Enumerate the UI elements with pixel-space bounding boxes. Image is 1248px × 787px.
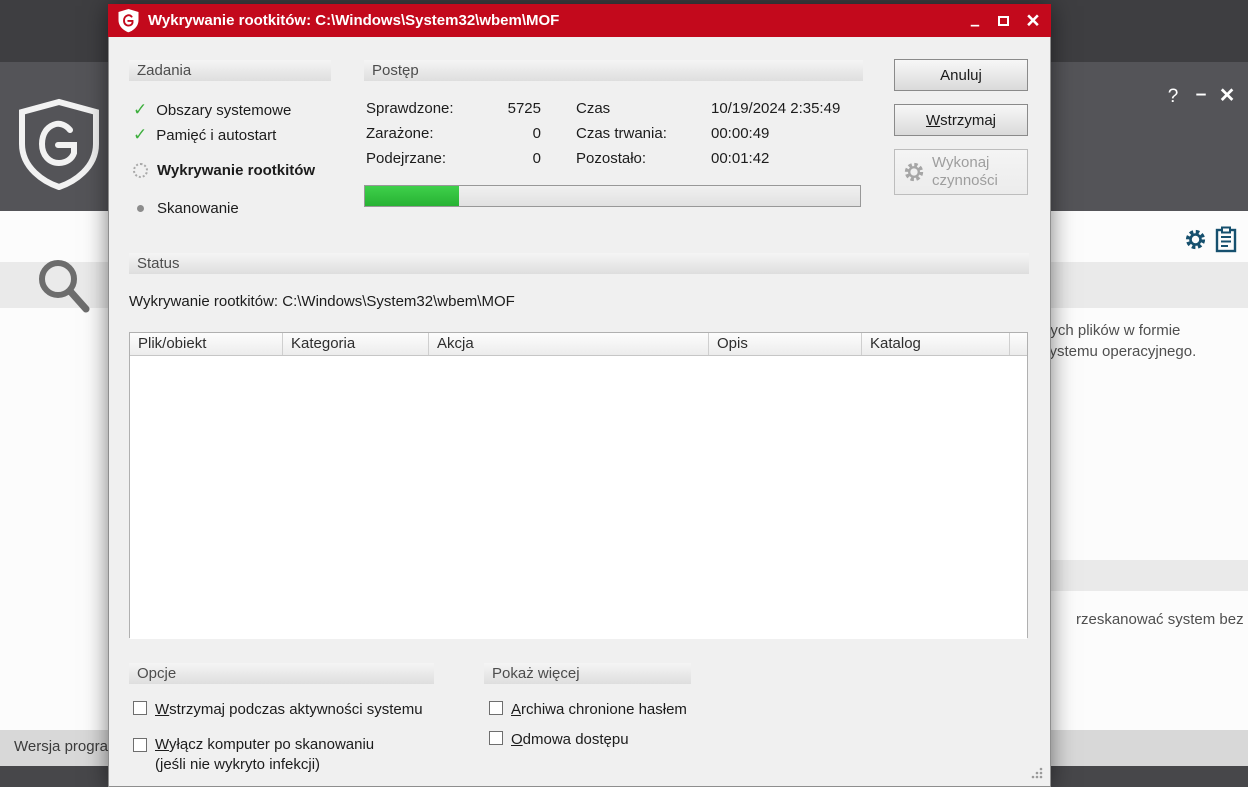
option-label: yłącz komputer po skanowaniu (169, 736, 375, 753)
bg-close-icon[interactable]: × (1216, 83, 1238, 108)
stat-label: Sprawdzone: (366, 100, 454, 117)
option-label: dmowa dostępu (522, 731, 629, 748)
task-label: Obszary systemowe (156, 101, 292, 119)
checkbox[interactable] (489, 731, 503, 745)
dialog-minimize-icon[interactable]: – (963, 4, 987, 37)
option-mnemonic: O (511, 731, 523, 748)
checkbox[interactable] (133, 701, 147, 715)
dialog-title: Wykrywanie rootkitów: C:\Windows\System3… (148, 12, 560, 29)
option-label-line2: (jeśli nie wykryto infekcji) (155, 756, 321, 773)
bg-text-line: rzeskanować system bez (1076, 611, 1244, 628)
bg-section-band-2 (1040, 560, 1248, 591)
check-icon: ✓ (133, 100, 148, 119)
pause-mnemonic: W (925, 111, 941, 129)
task-item: ✓ Pamięć i autostart (133, 125, 276, 145)
status-text: Wykrywanie rootkitów: C:\Windows\System3… (129, 293, 515, 310)
stat-value: 5725 (507, 100, 541, 117)
task-item: Skanowanie (133, 198, 239, 218)
bg-text-line: nych plików w formie (1042, 322, 1181, 339)
task-label: Wykrywanie rootkitów (157, 161, 316, 179)
access-denied-option[interactable]: Odmowa dostępu (489, 731, 749, 748)
task-pending-dot-icon (137, 204, 144, 212)
checkbox[interactable] (489, 701, 503, 715)
help-icon[interactable]: ? (1162, 86, 1184, 108)
option-mnemonic: W (155, 736, 170, 753)
progress-fill (365, 186, 460, 206)
stat-value: 00:00:49 (711, 125, 770, 142)
stat-value: 10/19/2024 2:35:49 (711, 100, 841, 117)
bg-text-line: systemu operacyjnego. (1042, 343, 1197, 360)
gdata-shield-icon (118, 9, 139, 33)
task-label: Skanowanie (157, 199, 239, 217)
show-more-header: Pokaż więcej (484, 663, 691, 684)
task-label: Pamięć i autostart (156, 126, 277, 144)
column-header-catalog[interactable]: Katalog (862, 333, 1010, 355)
bg-minimize-icon[interactable]: – (1190, 84, 1212, 106)
resize-grip[interactable] (1030, 766, 1043, 779)
results-table-header: Plik/obiekt Kategoria Akcja Opis Katalog (130, 333, 1027, 356)
dialog-close-icon[interactable]: × (1021, 4, 1045, 37)
report-clipboard-icon[interactable] (1214, 226, 1238, 253)
pause-button[interactable]: Wstrzymaj (894, 104, 1028, 136)
option-label: rchiwa chronione hasłem (521, 701, 687, 718)
stat-value: 00:01:42 (711, 150, 770, 167)
settings-gear-icon[interactable] (1184, 228, 1207, 251)
stat-label: Zarażone: (366, 125, 434, 142)
task-active-spinner-icon (133, 162, 148, 178)
results-table: Plik/obiekt Kategoria Akcja Opis Katalog (129, 332, 1028, 639)
dialog-titlebar[interactable]: Wykrywanie rootkitów: C:\Windows\System3… (108, 4, 1051, 37)
execute-label-line1: Wykonaj (932, 154, 990, 171)
stat-value: 0 (532, 125, 541, 142)
cancel-button-label: Anuluj (940, 66, 982, 84)
stat-label: Podejrzane: (366, 150, 447, 167)
task-item: ✓ Obszary systemowe (133, 100, 291, 120)
option-mnemonic: A (511, 701, 522, 718)
pause-on-activity-option[interactable]: Wstrzymaj podczas aktywności systemu (133, 701, 463, 718)
password-archives-option[interactable]: Archiwa chronione hasłem (489, 701, 749, 718)
dialog-maximize-icon[interactable] (991, 4, 1015, 37)
option-label: strzymaj podczas aktywności systemu (169, 701, 423, 718)
actions-gear-icon (904, 162, 924, 182)
results-table-body (130, 356, 1027, 639)
progress-header: Postęp (364, 60, 863, 81)
scan-dialog: Wykrywanie rootkitów: C:\Windows\System3… (108, 4, 1051, 787)
column-header-action[interactable]: Akcja (429, 333, 709, 355)
search-icon (39, 260, 90, 313)
column-header-category[interactable]: Kategoria (283, 333, 429, 355)
column-header-desc[interactable]: Opis (709, 333, 862, 355)
execute-label-line2: czynności (932, 172, 998, 189)
column-header-stub (1010, 333, 1027, 355)
task-item: Wykrywanie rootkitów (133, 160, 315, 180)
stat-label: Czas (576, 100, 611, 117)
option-mnemonic: W (155, 701, 170, 718)
column-header-file[interactable]: Plik/obiekt (130, 333, 283, 355)
gdata-logo (19, 98, 99, 190)
bg-version-label: Wersja progra (14, 738, 108, 755)
status-header: Status (129, 253, 1029, 274)
shutdown-after-scan-option[interactable]: Wyłącz komputer po skanowaniu (jeśli nie… (133, 735, 463, 775)
pause-rest: strzymaj (940, 111, 996, 129)
progress-bar (364, 185, 861, 207)
checkbox[interactable] (133, 738, 147, 752)
execute-actions-button[interactable]: Wykonaj czynności (894, 149, 1028, 195)
stat-value: 0 (532, 150, 541, 167)
tasks-header: Zadania (129, 60, 331, 81)
stat-label: Czas trwania: (576, 125, 667, 142)
check-icon: ✓ (133, 125, 148, 144)
cancel-button[interactable]: Anuluj (894, 59, 1028, 91)
stat-label: Pozostało: (576, 150, 647, 167)
options-header: Opcje (129, 663, 434, 684)
